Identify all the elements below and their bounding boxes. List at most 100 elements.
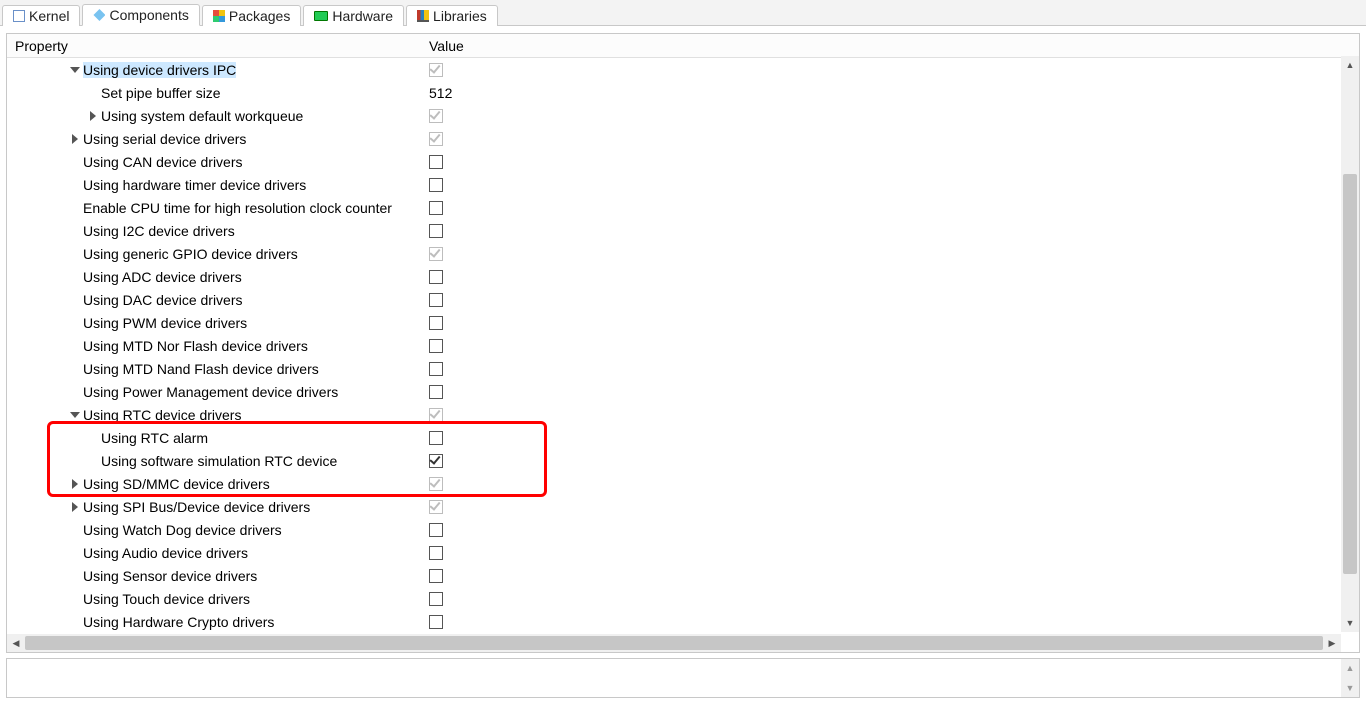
tree-row[interactable]: Using SPI Bus/Device device drivers	[7, 495, 1341, 518]
checkbox[interactable]	[429, 178, 443, 192]
scroll-thumb[interactable]	[1343, 174, 1357, 574]
tree-row-label: Using ADC device drivers	[83, 269, 242, 285]
tree-row[interactable]: Using MTD Nand Flash device drivers	[7, 357, 1341, 380]
scroll-down-button[interactable]: ▼	[1341, 614, 1359, 632]
tree-row[interactable]: Set pipe buffer size 512	[7, 81, 1341, 104]
tab-libraries[interactable]: Libraries	[406, 5, 498, 26]
checkbox[interactable]	[429, 454, 443, 468]
checkbox[interactable]	[429, 500, 443, 514]
tree-row[interactable]: Using Sensor device drivers	[7, 564, 1341, 587]
tree-row-label: Enable CPU time for high resolution cloc…	[83, 200, 392, 216]
tree-row-label: Using MTD Nor Flash device drivers	[83, 338, 308, 354]
checkbox[interactable]	[429, 339, 443, 353]
scroll-up-button[interactable]: ▲	[1341, 659, 1359, 677]
chevron-down-icon[interactable]	[69, 64, 81, 76]
tree-row[interactable]: Using serial device drivers	[7, 127, 1341, 150]
tab-components[interactable]: Components	[82, 4, 199, 26]
chevron-right-icon: ▶	[1329, 638, 1336, 649]
chevron-right-icon[interactable]	[69, 478, 81, 490]
tree-row-label: Using serial device drivers	[83, 131, 246, 147]
tree-row[interactable]: Using system default workqueue	[7, 104, 1341, 127]
tree-row[interactable]: Using PWM device drivers	[7, 311, 1341, 334]
checkbox[interactable]	[429, 569, 443, 583]
tab-kernel[interactable]: Kernel	[2, 5, 80, 26]
checkbox[interactable]	[429, 408, 443, 422]
checkbox[interactable]	[429, 431, 443, 445]
tree-row-label: Using software simulation RTC device	[101, 453, 337, 469]
checkbox[interactable]	[429, 546, 443, 560]
tree-row[interactable]: Using DAC device drivers	[7, 288, 1341, 311]
column-header-property[interactable]: Property	[7, 38, 427, 54]
tree-row[interactable]: Using Hardware Crypto drivers	[7, 610, 1341, 632]
libraries-icon	[417, 10, 429, 22]
tree-row[interactable]: Enable CPU time for high resolution cloc…	[7, 196, 1341, 219]
tree-row[interactable]: Using Audio device drivers	[7, 541, 1341, 564]
chevron-down-icon: ▼	[1346, 683, 1355, 693]
scroll-left-button[interactable]: ◀	[7, 634, 25, 652]
chevron-down-icon[interactable]	[69, 409, 81, 421]
tab-hardware[interactable]: Hardware	[303, 5, 404, 26]
tree-row[interactable]: Using CAN device drivers	[7, 150, 1341, 173]
tree-row-label: Using SD/MMC device drivers	[83, 476, 270, 492]
checkbox[interactable]	[429, 155, 443, 169]
vertical-scrollbar[interactable]: ▲ ▼	[1341, 56, 1359, 632]
checkbox[interactable]	[429, 63, 443, 77]
hscroll-track[interactable]	[25, 634, 1323, 652]
checkbox[interactable]	[429, 247, 443, 261]
tree-row[interactable]: Using RTC alarm	[7, 426, 1341, 449]
packages-icon	[213, 10, 225, 22]
column-header-value[interactable]: Value	[427, 38, 1359, 54]
tree-row[interactable]: Using MTD Nor Flash device drivers	[7, 334, 1341, 357]
checkbox[interactable]	[429, 385, 443, 399]
chevron-right-icon[interactable]	[87, 110, 99, 122]
chevron-right-icon[interactable]	[69, 501, 81, 513]
tree-row[interactable]: Using RTC device drivers	[7, 403, 1341, 426]
tree-row[interactable]: Using software simulation RTC device	[7, 449, 1341, 472]
tree-row[interactable]: Using Power Management device drivers	[7, 380, 1341, 403]
checkbox[interactable]	[429, 132, 443, 146]
components-icon	[93, 9, 105, 21]
tab-label: Hardware	[332, 8, 393, 24]
scroll-track[interactable]	[1341, 74, 1359, 614]
lower-panel: ▲ ▼	[6, 658, 1360, 698]
tree-row-label: Using generic GPIO device drivers	[83, 246, 298, 262]
checkbox[interactable]	[429, 109, 443, 123]
tree-row[interactable]: Using device drivers IPC	[7, 58, 1341, 81]
tree-row[interactable]: Using ADC device drivers	[7, 265, 1341, 288]
horizontal-scrollbar[interactable]: ◀ ▶	[7, 634, 1341, 652]
checkbox[interactable]	[429, 362, 443, 376]
checkbox[interactable]	[429, 293, 443, 307]
tree-row-label: Using Power Management device drivers	[83, 384, 338, 400]
tab-packages[interactable]: Packages	[202, 5, 301, 26]
checkbox[interactable]	[429, 592, 443, 606]
scroll-right-button[interactable]: ▶	[1323, 634, 1341, 652]
checkbox[interactable]	[429, 316, 443, 330]
tree-row[interactable]: Using hardware timer device drivers	[7, 173, 1341, 196]
checkbox[interactable]	[429, 615, 443, 629]
lower-vertical-scrollbar[interactable]: ▲ ▼	[1341, 659, 1359, 697]
tree-row[interactable]: Using Touch device drivers	[7, 587, 1341, 610]
chevron-up-icon: ▲	[1346, 60, 1355, 70]
property-tree-panel: Property Value Using device drivers IPCS…	[6, 33, 1360, 653]
value-text[interactable]: 512	[429, 85, 452, 101]
hscroll-thumb[interactable]	[25, 636, 1323, 650]
chevron-left-icon: ◀	[13, 638, 20, 649]
tree-row[interactable]: Using Watch Dog device drivers	[7, 518, 1341, 541]
scroll-up-button[interactable]: ▲	[1341, 56, 1359, 74]
tree-row[interactable]: Using I2C device drivers	[7, 219, 1341, 242]
tree-row-label: Using hardware timer device drivers	[83, 177, 306, 193]
chevron-down-icon: ▼	[1346, 618, 1355, 628]
checkbox[interactable]	[429, 270, 443, 284]
chevron-right-icon[interactable]	[69, 133, 81, 145]
checkbox[interactable]	[429, 477, 443, 491]
hardware-icon	[314, 11, 328, 21]
tree-row[interactable]: Using SD/MMC device drivers	[7, 472, 1341, 495]
tree-row-label: Set pipe buffer size	[101, 85, 221, 101]
tree-row[interactable]: Using generic GPIO device drivers	[7, 242, 1341, 265]
tree-row-label: Using SPI Bus/Device device drivers	[83, 499, 310, 515]
checkbox[interactable]	[429, 224, 443, 238]
checkbox[interactable]	[429, 523, 443, 537]
checkbox[interactable]	[429, 201, 443, 215]
scroll-down-button[interactable]: ▼	[1341, 679, 1359, 697]
tree-row-label: Using I2C device drivers	[83, 223, 235, 239]
